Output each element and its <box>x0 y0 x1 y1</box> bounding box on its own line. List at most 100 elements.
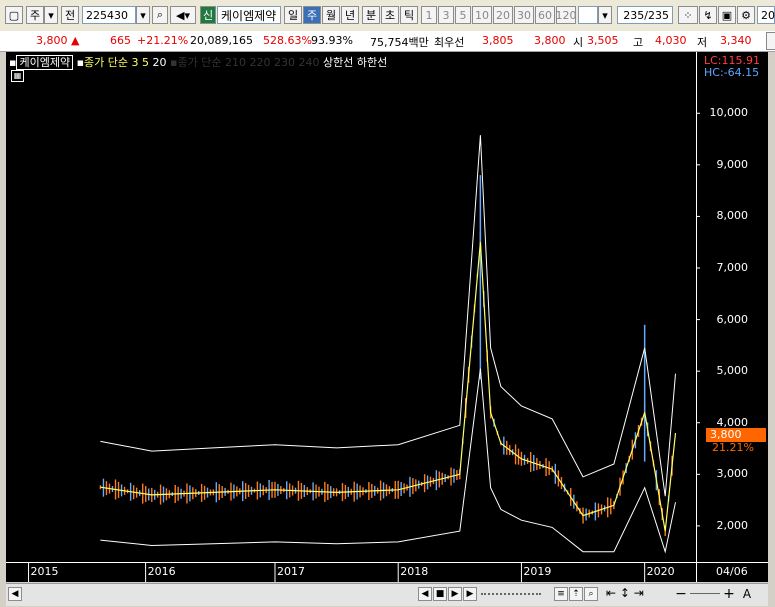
chevron-down-icon[interactable]: ▾ <box>598 6 612 24</box>
play-icon[interactable]: ▶ <box>448 587 462 601</box>
interval-3[interactable]: 3 <box>438 6 454 24</box>
zoom-icon[interactable]: ⌕ <box>584 587 598 601</box>
price-chart[interactable]: ▪ 케이엠제약 ▪종가 단순 3 5 20 ▪종가 단순 210 220 230 … <box>6 52 768 582</box>
legend-ma-label[interactable]: 종가 단순 <box>84 56 128 69</box>
legend-bullet-icon: ▪ <box>170 56 178 69</box>
chart-legend: ▪ 케이엠제약 ▪종가 단순 3 5 20 ▪종가 단순 210 220 230 … <box>9 54 387 70</box>
nav-icons[interactable]: ⇤ ↕ ⇥ <box>606 586 644 600</box>
scroll-track[interactable] <box>481 593 541 595</box>
high-label: 고 <box>633 36 644 49</box>
period-tick[interactable]: 틱 <box>400 6 418 24</box>
best-bid: 3,805 <box>482 34 514 47</box>
toolbar: ▢ 주 ▾ 전 225430 ▾ ⌕ ◀▾ 신 케이엠제약 일 주 월 년 분 … <box>0 0 775 32</box>
period-day[interactable]: 일 <box>284 6 302 24</box>
current-price: 3,800 <box>36 34 68 47</box>
current-rate-tag: 21.21% <box>712 441 754 454</box>
interval-input[interactable] <box>578 6 598 24</box>
up-icon[interactable]: ⇡ <box>569 587 583 601</box>
up-arrow-icon: ▲ <box>71 34 80 47</box>
legend-ma5: 5 <box>142 56 150 69</box>
y-tick-label: 9,000 <box>716 157 749 171</box>
expand-button[interactable] <box>766 32 775 50</box>
period-second[interactable]: 초 <box>381 6 399 24</box>
save-icon[interactable]: ▣ <box>718 6 736 24</box>
menu-icon[interactable]: ≡ <box>554 587 568 601</box>
interval-60[interactable]: 60 <box>535 6 555 24</box>
y-tick-label: 2,000 <box>716 518 749 532</box>
x-tick-label: 2016 <box>147 565 176 578</box>
chevron-down-icon[interactable]: ▾ <box>136 6 150 24</box>
scroll-left-icon[interactable]: ◀ <box>8 587 22 601</box>
code-input[interactable]: 225430 <box>82 6 136 24</box>
change-value: 665 <box>110 34 131 47</box>
x-tick-label: 2018 <box>400 565 429 578</box>
x-tick-label: 2017 <box>276 565 305 578</box>
legend-ma3: 3 <box>131 56 139 69</box>
y-tick-label: 4,000 <box>716 415 749 429</box>
chart-scrollbar[interactable]: ◀ ◀ ■ ▶ ▶ ≡ ⇡ ⌕ ⇤ ↕ ⇥ − + A <box>6 583 768 606</box>
stop-icon[interactable]: ■ <box>433 587 447 601</box>
period-minute[interactable]: 분 <box>362 6 380 24</box>
upper-band <box>100 135 676 497</box>
window-icon[interactable]: ▢ <box>5 6 23 24</box>
prev-button[interactable]: 전 <box>61 6 79 24</box>
interval-20[interactable]: 20 <box>493 6 513 24</box>
legend-bullet-icon: ▪ <box>76 56 85 69</box>
stock-name: 케이엠제약 <box>217 6 281 24</box>
interval-10[interactable]: 10 <box>472 6 492 24</box>
x-tick-label: 2015 <box>30 565 59 578</box>
trade-amount: 75,754백만 <box>370 36 429 49</box>
interval-120[interactable]: 120 <box>556 6 577 24</box>
y-tick-label: 8,000 <box>716 209 749 223</box>
calculator-icon[interactable]: ▦ <box>11 70 24 82</box>
play-back-icon[interactable]: ◀ <box>418 587 432 601</box>
legend-ma20: 20 <box>152 56 167 69</box>
chart-canvas <box>6 52 768 582</box>
current-price-tag: 3,800 <box>706 428 766 442</box>
y-tick-label: 5,000 <box>716 364 749 378</box>
market-select[interactable]: 주 <box>26 6 44 24</box>
y-tick-label: 6,000 <box>716 312 749 326</box>
x-tick-label: 2019 <box>523 565 552 578</box>
low-price: 3,340 <box>720 34 752 47</box>
legend-upper-band[interactable]: 상한선 <box>323 56 353 69</box>
lower-band <box>100 368 676 554</box>
scroll-right-icon[interactable]: ▶ <box>463 587 477 601</box>
x-tick-label: 2020 <box>646 565 675 578</box>
font-icon[interactable]: A <box>740 587 754 601</box>
quote-row: 3,800 ▲ 665 +21.21% 20,089,165 528.63% 9… <box>0 31 775 52</box>
gear-icon[interactable]: ⚙ <box>737 6 755 24</box>
volume: 20,089,165 <box>190 34 253 47</box>
period-year[interactable]: 년 <box>341 6 359 24</box>
legend-ma-hidden[interactable]: 종가 단순 210 220 230 240 <box>178 56 320 69</box>
zoom-out-icon[interactable]: − <box>674 586 688 602</box>
period-month[interactable]: 월 <box>322 6 340 24</box>
strength: 93.93% <box>311 34 353 47</box>
open-price: 3,505 <box>587 34 619 47</box>
page-counter: 235/235 <box>617 6 673 24</box>
speaker-icon[interactable]: ◀▾ <box>170 6 196 24</box>
grid-icon[interactable]: ⁘ <box>678 6 698 24</box>
y-tick-label: 10,000 <box>709 106 749 120</box>
zoom-slider[interactable] <box>690 593 720 594</box>
low-label: 저 <box>697 36 708 49</box>
trend-icon[interactable]: ↯ <box>699 6 717 24</box>
trailing-field[interactable]: 20 <box>757 6 775 24</box>
change-rate: +21.21% <box>137 34 189 47</box>
interval-1[interactable]: 1 <box>421 6 437 24</box>
interval-5[interactable]: 5 <box>455 6 471 24</box>
y-tick-label: 3,000 <box>716 467 749 481</box>
zoom-in-icon[interactable]: + <box>722 586 736 602</box>
chevron-down-icon[interactable]: ▾ <box>44 6 58 24</box>
new-badge: 신 <box>200 6 216 24</box>
y-tick-label: 7,000 <box>716 261 749 274</box>
volume-ratio: 528.63% <box>263 34 312 47</box>
hc-label: HC:-64.15 <box>704 66 760 79</box>
interval-30[interactable]: 30 <box>514 6 534 24</box>
best-bid-label: 최우선 <box>434 36 465 49</box>
period-week[interactable]: 주 <box>303 6 321 24</box>
legend-lower-band[interactable]: 하한선 <box>357 56 387 69</box>
legend-stock-name[interactable]: 케이엠제약 <box>16 55 74 70</box>
best-ask: 3,800 <box>534 34 566 47</box>
search-icon[interactable]: ⌕ <box>152 6 168 24</box>
